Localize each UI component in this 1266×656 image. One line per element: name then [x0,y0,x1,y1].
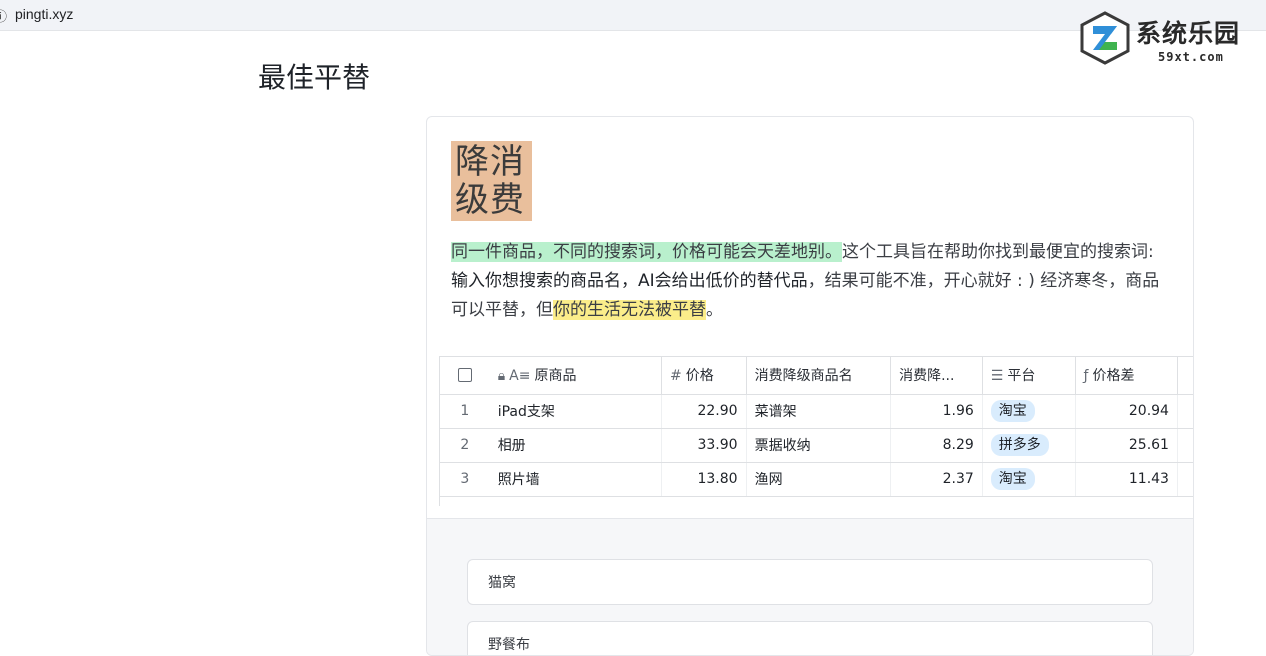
intro-strong: 输入你想搜索的商品名，AI会给出低价的替代品 [451,271,808,291]
intro-text-3: 。 [706,300,723,320]
cell-diff[interactable]: 20.94 [1075,394,1178,429]
intro-highlight-yellow: 你的生活无法被平替 [553,300,706,320]
hexagon-logo-icon [1080,11,1130,65]
platform-tag: 淘宝 [990,468,1035,490]
badge-line-2: 级费 [455,180,525,220]
cell-original[interactable]: 照片墙 [489,462,662,497]
row-index: 2 [440,428,490,463]
cell-original[interactable]: 相册 [489,428,662,463]
badge-image: 降消 级费 [451,141,532,221]
cell-price[interactable]: 22.90 [661,394,747,429]
text-field-icon: A≡ [509,368,531,385]
watermark-subtitle: 59xt.com [1158,50,1224,64]
cell-diff[interactable]: 11.43 [1075,462,1178,497]
column-header-alt-name[interactable]: 消费降级商品名 [746,357,892,395]
cell-alt-name[interactable]: 渔网 [746,462,892,497]
lock-icon: 🔒︎ [497,368,506,385]
watermark-logo: 系统乐园 59xt.com [1078,10,1258,68]
cell-platform[interactable]: 淘宝 [982,394,1076,429]
intro-text-1: 这个工具旨在帮助你找到最便宜的搜索词: [842,242,1154,262]
formula-field-icon: ƒ [1083,368,1089,385]
cell-price[interactable]: 33.90 [661,428,747,463]
table-row[interactable]: 1 iPad支架 22.90 菜谱架 1.96 淘宝 20.94 [440,394,1193,429]
table-row[interactable]: 2 相册 33.90 票据收纳 8.29 拼多多 25.61 [440,428,1193,463]
column-header-overflow [1177,357,1193,395]
cell-alt-price[interactable]: 8.29 [890,428,983,463]
platform-tag: 淘宝 [990,400,1035,422]
results-table: 🔒︎ A≡ 原商品 # 价格 消费降级商品名 消费降... ☰ 平台 ƒ 价格差 1 iP… [439,356,1193,506]
table-row[interactable]: 3 照片墙 13.80 渔网 2.37 淘宝 11.43 [440,462,1193,497]
site-info-icon[interactable]: ⓘ [0,6,7,25]
column-header-alt-price[interactable]: 消费降... [890,357,983,395]
platform-tag: 拼多多 [990,434,1049,456]
product-input-1[interactable]: 猫窝 [467,559,1153,605]
cell-platform[interactable]: 淘宝 [982,462,1076,497]
cell-price[interactable]: 13.80 [661,462,747,497]
table-header-row: 🔒︎ A≡ 原商品 # 价格 消费降级商品名 消费降... ☰ 平台 ƒ 价格差 [440,357,1193,395]
product-input-2[interactable]: 野餐布 [467,621,1153,655]
intro-paragraph: 同一件商品，不同的搜索词，价格可能会天差地别。这个工具旨在帮助你找到最便宜的搜索… [451,238,1171,325]
list-field-icon: ☰ [990,368,1004,385]
badge-line-1: 降消 [455,142,525,182]
cell-overflow [1177,462,1193,497]
cell-alt-name[interactable]: 菜谱架 [746,394,892,429]
cell-alt-name[interactable]: 票据收纳 [746,428,892,463]
intro-highlight-green: 同一件商品，不同的搜索词，价格可能会天差地别。 [451,242,842,262]
column-header-price[interactable]: # 价格 [661,357,747,395]
select-all-checkbox[interactable] [440,357,490,395]
query-form: 猫窝 野餐布 [427,518,1193,655]
url-text[interactable]: pingti.xyz [15,6,73,22]
browser-address-bar[interactable]: ⓘ pingti.xyz [0,0,1266,31]
column-header-platform[interactable]: ☰ 平台 [982,357,1076,395]
cell-overflow [1177,394,1193,429]
cell-overflow [1177,428,1193,463]
cell-alt-price[interactable]: 1.96 [890,394,983,429]
column-header-diff[interactable]: ƒ 价格差 [1075,357,1178,395]
row-index: 1 [440,394,490,429]
watermark-title: 系统乐园 [1136,19,1241,48]
row-index: 3 [440,462,490,497]
page-title: 最佳平替 [258,61,371,94]
column-header-original[interactable]: 🔒︎ A≡ 原商品 [489,357,662,395]
tool-card: 降消 级费 同一件商品，不同的搜索词，价格可能会天差地别。这个工具旨在帮助你找到… [426,116,1194,656]
cell-alt-price[interactable]: 2.37 [890,462,983,497]
cell-diff[interactable]: 25.61 [1075,428,1178,463]
number-field-icon: # [669,368,682,385]
cell-platform[interactable]: 拼多多 [982,428,1076,463]
cell-original[interactable]: iPad支架 [489,394,662,429]
